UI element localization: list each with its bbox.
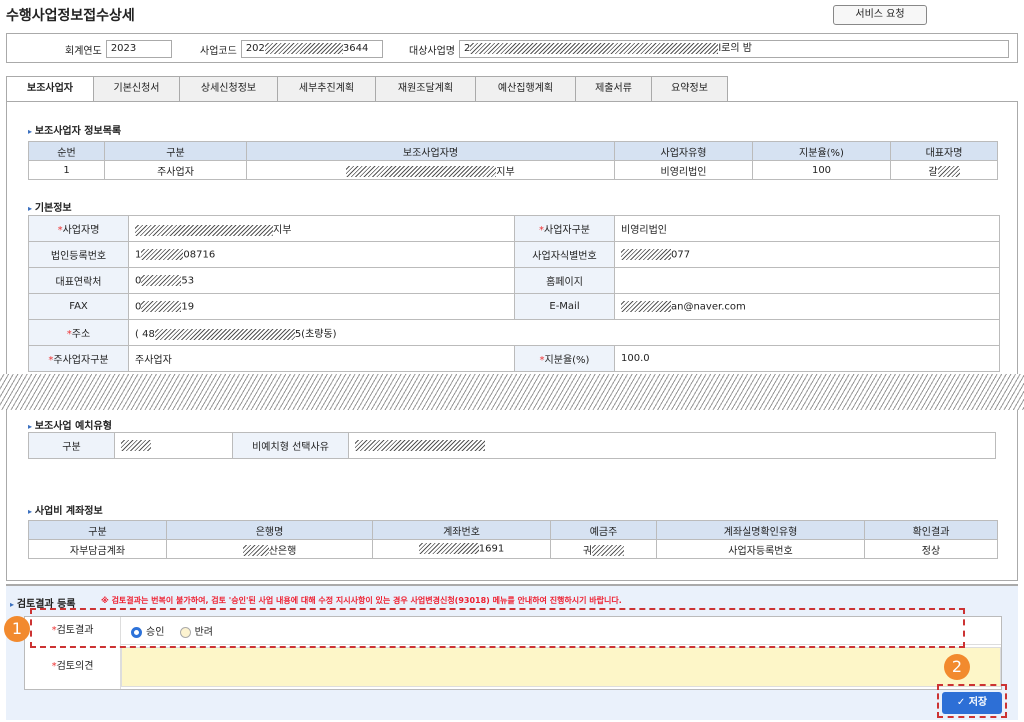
- cell-verify-type: 사업자등록번호: [656, 539, 865, 559]
- review-section: 검토결과 등록 ※ 검토결과는 번복이 불가하여, 검토 '승인'된 사업 내용…: [6, 584, 1018, 720]
- label-biz-no: 사업자식별번호: [514, 241, 615, 268]
- col-header: 대표자명: [890, 141, 998, 161]
- value-share: 100.0: [614, 345, 1000, 372]
- label-deposit-cat: 구분: [28, 432, 115, 459]
- label-name: *사업자명: [28, 215, 129, 242]
- check-icon: ✓: [956, 697, 969, 708]
- label-corp-no: 법인등록번호: [28, 241, 129, 268]
- col-header: 순번: [28, 141, 105, 161]
- tab-documents[interactable]: 제출서류: [576, 76, 652, 102]
- value-email: an@naver.com: [614, 293, 1000, 320]
- review-notice: ※ 검토결과는 번복이 불가하여, 검토 '승인'된 사업 내용에 대해 수정 …: [101, 596, 622, 605]
- tab-detail-application[interactable]: 상세신청정보: [180, 76, 278, 102]
- tab-budget-plan[interactable]: 예산집행계획: [476, 76, 576, 102]
- year-field[interactable]: 2023: [105, 40, 172, 58]
- value-deposit-reason: [348, 432, 996, 459]
- cell-acct-no: 1691: [372, 539, 551, 559]
- tab-subsidy-operator[interactable]: 보조사업자: [6, 76, 94, 102]
- account-info-title: 사업비 계좌정보: [28, 502, 103, 517]
- step-marker-1: 1: [4, 616, 30, 642]
- col-header: 은행명: [166, 520, 373, 540]
- basic-info-table: *사업자명 지부 *사업자구분 비영리법인 법인등록번호 1 08716 사업자식…: [28, 215, 1000, 372]
- col-header: 계좌번호: [372, 520, 551, 540]
- label-main-type: *주사업자구분: [28, 345, 129, 372]
- cell-bank: 산은행: [166, 539, 373, 559]
- tab-summary[interactable]: 요약정보: [652, 76, 728, 102]
- cell-ratio: 100: [752, 160, 891, 180]
- label-share: *지분율(%): [514, 345, 615, 372]
- table-row[interactable]: 자부담금계좌 산은행 1691 궈 사업자등록번호 정상: [28, 539, 998, 559]
- code-field[interactable]: 202 3644: [240, 40, 383, 58]
- tab-basic-application[interactable]: 기본신청서: [94, 76, 180, 102]
- cell-type: 주사업자: [104, 160, 247, 180]
- value-category: 비영리법인: [614, 215, 1000, 242]
- year-label: 회계연도: [65, 45, 102, 57]
- cell-rep: 갈: [890, 160, 998, 180]
- value-address: ( 48 5(초량동): [128, 319, 1000, 346]
- col-header: 사업자유형: [614, 141, 753, 161]
- cell-acct-type: 자부담금계좌: [28, 539, 167, 559]
- value-biz-no: 077: [614, 241, 1000, 268]
- label-review-opinion: *검토의견: [25, 645, 121, 689]
- col-header: 예금주: [550, 520, 657, 540]
- value-name: 지부: [128, 215, 515, 242]
- tab-detail-plan[interactable]: 세부추진계획: [278, 76, 376, 102]
- biz-name-field[interactable]: 2 l로의 밤: [459, 40, 1009, 58]
- col-header: 계좌실명확인유형: [656, 520, 865, 540]
- page-title: 수행사업정보접수상세: [6, 8, 135, 24]
- label-fax: FAX: [28, 293, 129, 320]
- value-corp-no: 1 08716: [128, 241, 515, 268]
- cell-verify-result: 정상: [864, 539, 998, 559]
- value-homepage: [614, 267, 1000, 294]
- label-phone: 대표연락처: [28, 267, 129, 294]
- deposit-type-title: 보조사업 예치유형: [28, 417, 112, 432]
- operator-list-table: 순번 구분 보조사업자명 사업자유형 지분율(%) 대표자명 1 주사업자 지부…: [28, 141, 998, 180]
- col-header: 지분율(%): [752, 141, 891, 161]
- highlight-review-result: [30, 608, 965, 648]
- review-opinion-textarea[interactable]: [121, 647, 1001, 687]
- label-homepage: 홈페이지: [514, 267, 615, 294]
- label-address: *주소: [28, 319, 129, 346]
- value-main-type: 주사업자: [128, 345, 515, 372]
- col-header: 구분: [104, 141, 247, 161]
- header-info: 회계연도 2023 사업코드 202 3644 대상사업명 2 l로의 밤: [6, 33, 1018, 63]
- value-fax: 0 19: [128, 293, 515, 320]
- label-category: *사업자구분: [514, 215, 615, 242]
- cell-no: 1: [28, 160, 105, 180]
- tab-bar: 보조사업자 기본신청서 상세신청정보 세부추진계획 재원조달계획 예산집행계획 …: [6, 76, 728, 102]
- tab-funding-plan[interactable]: 재원조달계획: [376, 76, 476, 102]
- step-marker-2: 2: [944, 654, 970, 680]
- service-request-button[interactable]: 서비스 요청: [833, 5, 927, 25]
- value-phone: 0 53: [128, 267, 515, 294]
- basic-info-title: 기본정보: [28, 199, 72, 214]
- cell-biz-type: 비영리법인: [614, 160, 753, 180]
- value-deposit-cat: [114, 432, 233, 459]
- label-deposit-reason: 비예치형 선택사유: [232, 432, 349, 459]
- code-label: 사업코드: [200, 45, 237, 57]
- col-header: 구분: [28, 520, 167, 540]
- operator-list-title: 보조사업자 정보목록: [28, 122, 121, 137]
- table-row[interactable]: 1 주사업자 지부 비영리법인 100 갈: [28, 160, 998, 180]
- col-header: 보조사업자명: [246, 141, 615, 161]
- deposit-type-table: 구분 비예치형 선택사유: [28, 432, 996, 459]
- cell-owner: 궈: [550, 539, 657, 559]
- biz-name-label: 대상사업명: [409, 45, 455, 57]
- cut-divider: [0, 374, 1024, 410]
- account-info-table: 구분 은행명 계좌번호 예금주 계좌실명확인유형 확인결과 자부담금계좌 산은행…: [28, 520, 998, 559]
- save-button[interactable]: ✓ 저장: [942, 692, 1002, 714]
- label-email: E-Mail: [514, 293, 615, 320]
- col-header: 확인결과: [864, 520, 998, 540]
- cell-name: 지부: [246, 160, 615, 180]
